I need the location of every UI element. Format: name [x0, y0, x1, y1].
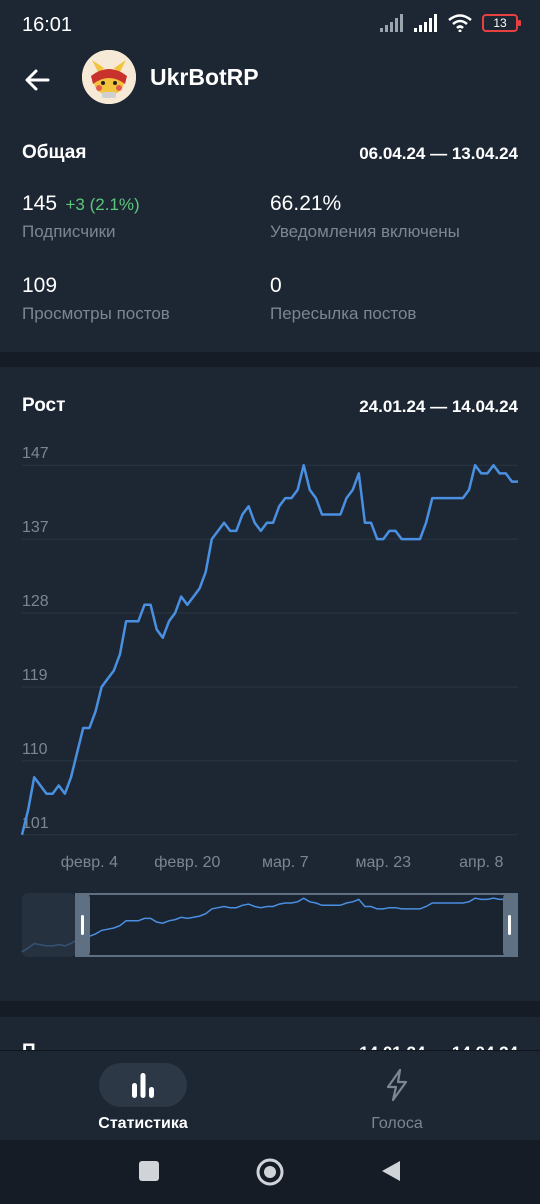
x-tick-label: мар. 7	[262, 854, 309, 871]
signal-icon	[414, 14, 437, 32]
post-forwards-value: 0	[270, 274, 282, 297]
recents-square-icon[interactable]	[138, 1160, 160, 1182]
home-circle-icon[interactable]	[255, 1157, 285, 1187]
nav-votes[interactable]: Голоса	[297, 1063, 497, 1133]
x-tick-label: апр. 8	[459, 854, 503, 871]
navigator-grip-right	[508, 915, 511, 935]
arrow-left-icon[interactable]	[22, 64, 54, 96]
overview-card: Общая 06.04.24 — 13.04.24 145 +3 (2.1%) …	[0, 112, 540, 352]
channel-avatar[interactable]	[82, 50, 136, 104]
app-header: UkrBotRP	[0, 50, 540, 112]
x-tick-label: февр. 20	[154, 854, 220, 871]
lightning-icon	[386, 1068, 408, 1102]
post-views-value: 109	[22, 274, 58, 297]
pikachu-avatar	[82, 50, 136, 104]
channel-title[interactable]: UkrBotRP	[150, 64, 259, 91]
navigator-mask	[22, 893, 76, 957]
signal-icon	[380, 14, 403, 32]
back-triangle-icon[interactable]	[380, 1159, 402, 1183]
nav-statistics[interactable]: Статистика	[43, 1063, 243, 1133]
post-views-stat: 109 Просмотры постов	[22, 274, 170, 324]
growth-series-line	[20, 463, 518, 836]
status-bar: 16:01 13	[0, 0, 540, 50]
growth-chart[interactable]: 147137128119110101февр. 4 февр. 20 мар. 7м…	[0, 427, 540, 967]
wifi-icon	[448, 14, 472, 32]
x-tick-label: мар. 23	[356, 854, 412, 871]
notifications-label: Уведомления включены	[270, 222, 460, 241]
subscribers-stat: 145 +3 (2.1%) Подписчики	[22, 192, 140, 242]
x-tick-label: февр. 4	[61, 854, 118, 871]
subscribers-delta: +3 (2.1%)	[65, 195, 140, 214]
navigator-grip-left	[81, 915, 84, 935]
post-views-label: Просмотры постов	[22, 304, 170, 323]
system-nav	[0, 1140, 540, 1204]
growth-title: Рост	[22, 395, 66, 416]
y-tick-label: 128	[22, 593, 49, 610]
post-forwards-stat: 0 Пересылка постов	[270, 274, 416, 324]
subscribers-value: 145	[22, 192, 58, 215]
overview-date-range: 06.04.24 — 13.04.24	[359, 144, 518, 163]
growth-card: Рост 24.01.24 — 14.04.24 147 137 128 119 110…	[0, 367, 540, 1001]
status-time: 16:01	[22, 14, 73, 36]
nav-votes-pill[interactable]	[353, 1063, 441, 1107]
subscribers-label: Подписчики	[22, 222, 116, 241]
notifications-value: 66.21%	[270, 192, 342, 215]
notifications-stat: 66.21% Уведомления включены	[270, 192, 460, 242]
battery-level: 13	[493, 16, 507, 30]
y-tick-label: 147	[22, 445, 49, 462]
overview-title: Общая	[22, 142, 87, 163]
nav-statistics-pill[interactable]	[99, 1063, 187, 1107]
post-forwards-label: Пересылка постов	[270, 304, 417, 323]
y-tick-label: 137	[22, 519, 49, 536]
bottom-nav: Статистика Голоса	[0, 1050, 540, 1140]
nav-votes-label[interactable]: Голоса	[297, 1115, 497, 1133]
status-icons: 13	[380, 14, 521, 32]
battery-icon: 13	[482, 14, 521, 32]
growth-date-range: 24.01.24 — 14.04.24	[359, 397, 518, 416]
y-tick-label: 110	[22, 741, 48, 758]
y-tick-label: 119	[22, 667, 48, 684]
nav-statistics-label[interactable]: Статистика	[43, 1115, 243, 1133]
bar-chart-icon	[132, 1073, 154, 1098]
